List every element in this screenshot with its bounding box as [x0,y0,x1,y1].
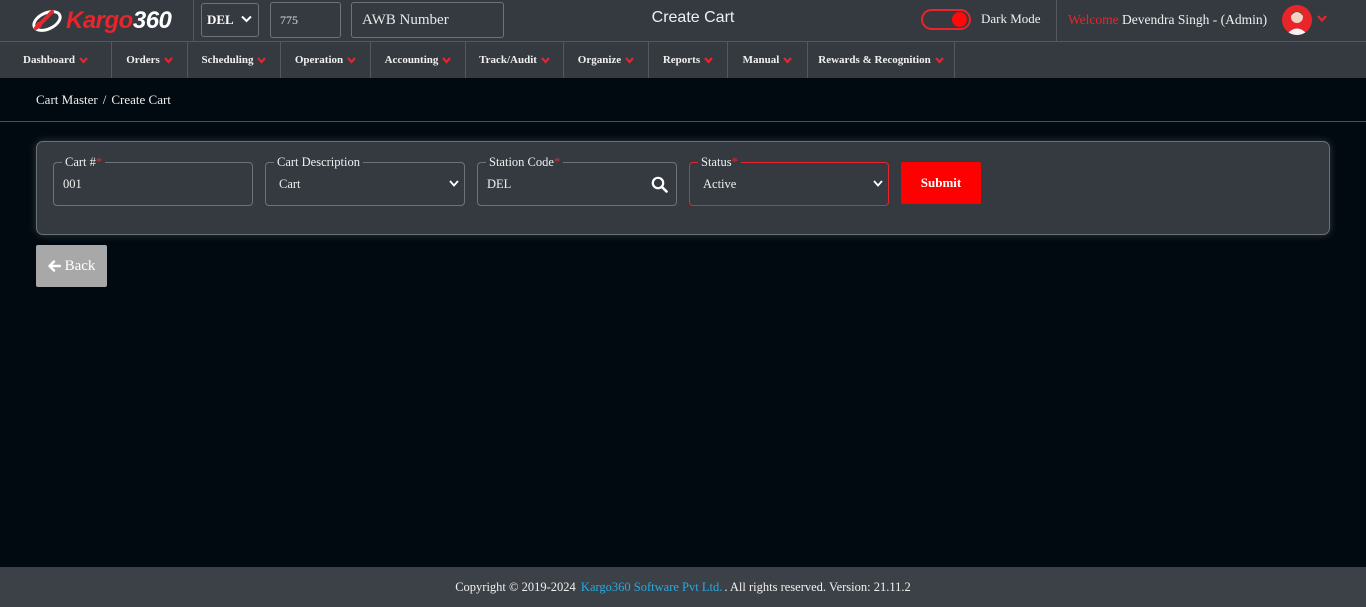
main-menu: Dashboard Orders Scheduling Operation Ac… [0,42,1366,78]
menu-item-organize[interactable]: Organize [564,42,649,78]
menu-item-accounting[interactable]: Accounting [371,42,466,78]
station-code-value: DEL [487,177,512,191]
logo-text: Kargo360 [66,7,172,34]
dark-mode-toggle[interactable] [921,9,971,30]
chevron-down-icon [449,180,459,187]
page-title: Create Cart [651,9,735,26]
chevron-down-icon [163,56,173,64]
cart-number-value: 001 [63,177,82,191]
kargo360-logo[interactable]: Kargo360 [30,4,190,38]
menu-item-track-audit[interactable]: Track/Audit [466,42,564,78]
menu-item-dashboard[interactable]: Dashboard [0,42,112,78]
breadcrumb-current: Create Cart [111,92,171,107]
search-icon[interactable] [651,176,668,193]
station-select-value: DEL [207,12,234,27]
back-button[interactable]: Back [36,245,107,287]
menu-item-label: Reports [662,54,701,66]
cart-number-field[interactable]: Cart #* 001 [53,155,253,206]
toggle-knob [952,12,967,27]
footer-company-link[interactable]: Kargo360 Software Pvt Ltd. [581,580,722,595]
breadcrumb-separator: / [102,92,107,107]
menu-item-rewards-recognition[interactable]: Rewards & Recognition [808,42,955,78]
welcome-label: Welcome [1068,12,1119,27]
menu-item-label: Scheduling [201,54,254,66]
chevron-down-icon [873,180,883,187]
menu-item-label: Organize [577,54,622,66]
menu-item-label: Orders [126,54,160,66]
submit-button[interactable]: Submit [901,162,981,204]
awb-number-input[interactable]: AWB Number [351,2,504,38]
chevron-down-icon [257,56,267,64]
chevron-down-icon [79,56,88,64]
status-label: Status* [698,155,741,169]
footer-rights: . All rights reserved. Version: 21.11.2 [724,579,911,594]
footer: Copyright © 2019-2024 Kargo360 Software … [0,567,1366,607]
chevron-down-icon [783,56,793,64]
header-divider [1056,0,1057,42]
chevron-down-icon[interactable] [1317,15,1327,22]
status-value: Active [703,177,737,191]
back-button-label: Back [64,257,96,274]
station-code-label: Station Code* [486,155,564,169]
footer-copyright: Copyright © 2019-2024 [455,579,576,594]
chevron-down-icon [704,56,713,64]
menu-item-manual[interactable]: Manual [728,42,808,78]
cart-description-label: Cart Description [274,155,363,169]
breadcrumb-cart-master[interactable]: Cart Master [36,92,98,107]
chevron-down-icon [347,56,356,64]
cart-description-value: Cart [279,177,301,191]
menu-item-reports[interactable]: Reports [649,42,728,78]
awb-prefix-input[interactable]: 775 [270,2,341,38]
breadcrumb: Cart Master / Create Cart [36,92,171,108]
chevron-down-icon [241,15,252,23]
divider [0,121,1366,122]
chevron-down-icon [934,56,944,64]
menu-item-label: Dashboard [23,54,75,66]
user-avatar-icon[interactable] [1282,5,1312,35]
top-header: Kargo360 DEL 775 AWB Number Create Cart … [0,0,1366,42]
dark-mode-label: Dark Mode [981,11,1041,26]
station-select[interactable]: DEL [201,3,259,37]
welcome-text: Welcome Devendra Singh - (Admin) [1068,12,1267,28]
station-code-field[interactable]: Station Code* DEL [477,155,677,206]
arrow-left-icon [47,260,61,272]
menu-item-label: Rewards & Recognition [818,54,931,66]
chevron-down-icon [442,56,452,64]
header-divider [193,0,194,42]
cart-description-select[interactable]: Cart Description Cart [265,155,465,206]
menu-item-orders[interactable]: Orders [112,42,188,78]
menu-item-label: Manual [742,54,780,66]
person-icon [1286,11,1308,35]
chevron-down-icon [541,56,550,64]
menu-item-scheduling[interactable]: Scheduling [188,42,281,78]
logo-swoosh-icon [32,10,62,32]
menu-item-label: Accounting [384,54,439,66]
chevron-down-icon [625,56,635,64]
menu-item-operation[interactable]: Operation [281,42,371,78]
menu-item-label: Track/Audit [479,54,537,66]
cart-number-label: Cart #* [62,155,106,169]
status-select[interactable]: Status* Active [689,155,889,206]
menu-item-label: Operation [294,54,344,66]
user-name: Devendra Singh - (Admin) [1122,12,1268,27]
